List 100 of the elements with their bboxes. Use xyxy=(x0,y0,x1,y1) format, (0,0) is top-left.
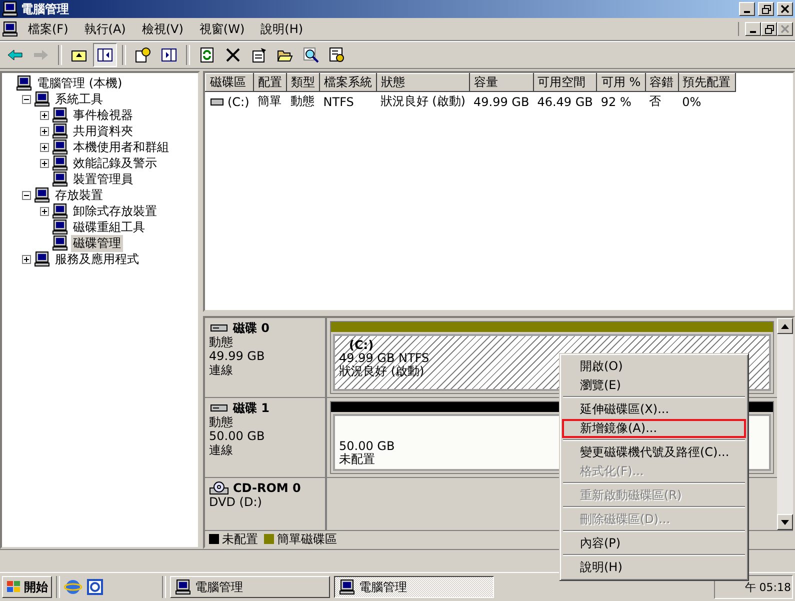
close-button[interactable] xyxy=(777,2,793,16)
tree-item[interactable]: 電腦管理 (本機) xyxy=(35,74,124,92)
disk-status: 連線 xyxy=(209,443,234,457)
tree-item[interactable]: 共用資料夾 xyxy=(71,122,135,140)
column-header[interactable]: 磁碟區 xyxy=(206,74,254,92)
tree-node-icon xyxy=(34,187,50,203)
tree-item[interactable]: 本機使用者和群組 xyxy=(71,138,171,156)
taskbar-button[interactable]: 電腦管理 xyxy=(334,576,494,598)
minimize-button[interactable] xyxy=(739,2,755,16)
column-header[interactable]: 檔案系統 xyxy=(319,74,376,92)
legend-label: 未配置 xyxy=(222,530,258,548)
folder-up-icon xyxy=(71,48,87,62)
menu-item[interactable]: 延伸磁碟區(X)... xyxy=(562,400,746,419)
expand-toggle[interactable] xyxy=(40,126,49,136)
column-header[interactable]: 容錯 xyxy=(645,74,678,92)
app-icon xyxy=(2,1,18,17)
table-cell: (C:) xyxy=(206,92,254,111)
tree-node-icon xyxy=(52,139,68,155)
table-cell: NTFS xyxy=(319,92,376,111)
start-button[interactable]: 開始 xyxy=(2,576,52,598)
tree-node-icon xyxy=(52,171,68,187)
restore-icon xyxy=(764,24,774,34)
menu-item[interactable]: 說明(H) xyxy=(562,558,746,577)
expand-toggle[interactable] xyxy=(22,254,31,264)
browser-icon[interactable] xyxy=(64,578,82,596)
taskbar-button[interactable]: 電腦管理 xyxy=(170,576,330,598)
column-header[interactable]: 類型 xyxy=(286,74,320,92)
close-button[interactable] xyxy=(777,22,793,36)
tree-item[interactable]: 磁碟重組工具 xyxy=(71,218,147,236)
table-cell: 0% xyxy=(678,92,736,111)
expand-toggle[interactable] xyxy=(40,158,49,168)
scrollbar[interactable] xyxy=(777,318,793,530)
clock: 午 05:18 xyxy=(744,580,791,594)
legend-label: 簡單磁碟區 xyxy=(277,530,337,548)
tree-node-icon xyxy=(52,123,68,139)
collapse-toggle[interactable] xyxy=(22,94,31,104)
tree-item[interactable]: 裝置管理員 xyxy=(71,170,135,188)
tree-item[interactable]: 卸除式存放裝置 xyxy=(71,202,159,220)
tree-node-icon xyxy=(52,219,68,235)
menu-item[interactable]: 檢視(V) xyxy=(136,20,190,38)
disk-type: 動態 xyxy=(209,415,234,429)
column-header[interactable]: 預先配置 xyxy=(678,74,736,92)
column-header[interactable]: 可用 % xyxy=(596,74,646,92)
tree-item[interactable]: 系統工具 xyxy=(53,90,105,108)
minimize-icon xyxy=(744,11,750,13)
menu-item[interactable]: 開啟(O) xyxy=(562,357,746,376)
menu-item[interactable]: 內容(P) xyxy=(562,534,746,553)
tree-item[interactable]: 存放裝置 xyxy=(53,186,105,204)
menu-item[interactable]: 視窗(W) xyxy=(193,20,251,38)
scroll-up-icon xyxy=(781,324,789,328)
column-header[interactable]: 可用空間 xyxy=(533,74,597,92)
partition-status: 未配置 xyxy=(339,452,375,466)
tree-item[interactable]: 磁碟管理 xyxy=(71,234,123,252)
delete-icon xyxy=(226,48,240,62)
disk-size: 49.99 GB xyxy=(209,349,266,363)
restore-button[interactable] xyxy=(761,22,777,36)
expand-toggle[interactable] xyxy=(40,110,49,120)
partition-size: 50.00 GB xyxy=(339,439,395,453)
toolbar-button[interactable] xyxy=(93,43,117,67)
tree-node-icon xyxy=(52,235,68,251)
tree-item[interactable]: 事件檢視器 xyxy=(71,106,135,124)
partition-status: 狀況良好 (啟動) xyxy=(339,364,424,378)
table-cell: 92 % xyxy=(596,92,646,111)
column-header[interactable]: 狀態 xyxy=(376,74,470,92)
disk-name: 磁碟 1 xyxy=(233,401,270,415)
computer-icon xyxy=(339,579,355,595)
refresh-icon xyxy=(199,47,215,63)
tree-item[interactable]: 服務及應用程式 xyxy=(53,250,141,268)
partition-label: (C:) xyxy=(348,338,374,352)
window-title: 電腦管理 xyxy=(21,0,70,18)
expand-toggle[interactable] xyxy=(40,142,49,152)
table-cell: 狀況良好 (啟動) xyxy=(376,92,470,111)
menu-item[interactable]: 變更磁碟機代號及路徑(C)... xyxy=(562,443,746,462)
tree-node-icon xyxy=(34,251,50,267)
tree-node-icon xyxy=(52,203,68,219)
menu-item[interactable]: 檔案(F) xyxy=(22,20,74,38)
document-icon xyxy=(2,21,18,37)
minimize-icon xyxy=(750,31,756,33)
disk-status: 連線 xyxy=(209,363,234,377)
menu-item[interactable]: 說明(H) xyxy=(254,20,310,38)
menu-item[interactable]: 新增鏡像(A)... xyxy=(562,419,746,438)
pane-icon xyxy=(161,48,177,62)
menu-item[interactable]: 瀏覽(E) xyxy=(562,376,746,395)
tree-item[interactable]: 效能記錄及警示 xyxy=(71,154,159,172)
tree-node-icon xyxy=(16,75,32,91)
menu-item[interactable]: 執行(A) xyxy=(78,20,132,38)
expand-toggle[interactable] xyxy=(40,206,49,216)
table-cell: 否 xyxy=(645,92,678,111)
forward-arrow-icon xyxy=(33,49,49,61)
open-folder-icon xyxy=(277,48,293,62)
cd-drive-icon xyxy=(209,481,229,495)
column-header[interactable]: 容量 xyxy=(469,74,534,92)
table-cell: 動態 xyxy=(286,92,320,111)
search-icon xyxy=(303,47,319,63)
collapse-toggle[interactable] xyxy=(22,190,31,200)
minimize-button[interactable] xyxy=(745,22,761,36)
column-header[interactable]: 配置 xyxy=(253,74,286,92)
tree-node-icon xyxy=(52,107,68,123)
restore-button[interactable] xyxy=(758,2,774,16)
tree-node-icon xyxy=(34,91,50,107)
